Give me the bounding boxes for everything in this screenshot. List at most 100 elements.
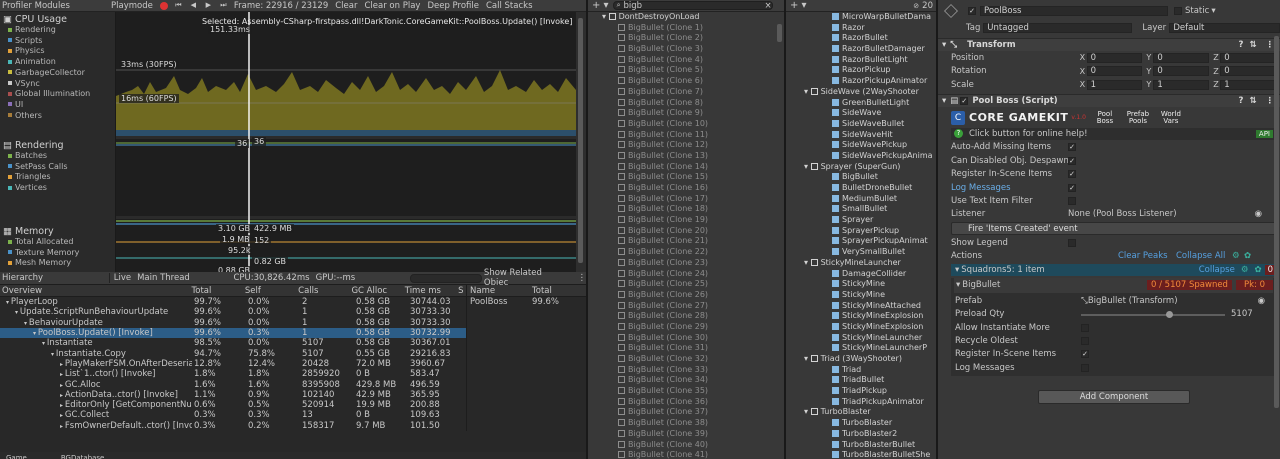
active-checkbox[interactable]: ✓ [968, 7, 976, 15]
view-mode-dropdown[interactable]: Hierarchy [0, 273, 110, 283]
table-row[interactable]: ▸ PlayMakerFSM.OnAfterDeserializ 12.8% 12.… [0, 359, 466, 369]
hierarchy-item[interactable]: BigBullet (Clone 1) [588, 23, 784, 34]
object-picker-icon[interactable]: ◉ [1255, 209, 1262, 219]
setting-checkbox[interactable]: ✓ [1068, 170, 1076, 179]
collapse-button[interactable]: Collapse [1199, 265, 1241, 275]
hierarchy-item[interactable]: BigBullet (Clone 38) [588, 418, 784, 429]
hierarchy-item[interactable]: TriadPickup [786, 386, 936, 397]
hierarchy-item[interactable]: RazorPickup [786, 65, 936, 76]
hierarchy-item[interactable]: BigBullet (Clone 31) [588, 343, 784, 354]
preset-icon[interactable]: ⇅ [1246, 40, 1259, 50]
cpu-item[interactable]: GarbageCollector [0, 68, 115, 79]
chart-scroll-thumb[interactable] [578, 18, 583, 263]
column-header[interactable]: Overview [0, 286, 190, 296]
cpu-item[interactable]: UI [0, 100, 115, 111]
scene-scrollbar[interactable] [777, 24, 782, 42]
hierarchy-item[interactable]: BigBullet (Clone 25) [588, 279, 784, 290]
hierarchy-item[interactable]: RazorBulletLight [786, 55, 936, 66]
hierarchy-item[interactable]: SprayerPickupAnimat [786, 236, 936, 247]
transform-header[interactable]: ▾ ⤡ Transform ? ⇅ ⋮ [938, 38, 1280, 51]
column-header[interactable]: GC Alloc [349, 286, 402, 296]
transform-y-field[interactable]: 0 [1153, 66, 1210, 77]
cpu-item[interactable]: Others [0, 111, 115, 122]
hierarchy-item[interactable]: SideWaveBullet [786, 119, 936, 130]
hierarchy-item[interactable]: TurboBlasterBullet [786, 440, 936, 451]
listener-field[interactable]: None (Pool Boss Listener) ◉ [1068, 209, 1262, 219]
hierarchy-item[interactable]: BigBullet (Clone 24) [588, 269, 784, 280]
hierarchy-item[interactable]: BigBullet (Clone 9) [588, 108, 784, 119]
hierarchy-item[interactable]: BigBullet (Clone 15) [588, 172, 784, 183]
transform-y-field[interactable]: 0 [1153, 52, 1210, 63]
hierarchy-item[interactable]: BigBullet (Clone 3) [588, 44, 784, 55]
fire-event-button[interactable]: Fire 'Items Created' event [951, 222, 1276, 236]
hierarchy-item[interactable]: GreenBulletLight [786, 98, 936, 109]
hierarchy-item[interactable]: BigBullet (Clone 2) [588, 33, 784, 44]
preset-icon-2[interactable]: ⇅ [1246, 96, 1259, 106]
column-header[interactable]: Calls [296, 286, 349, 296]
hierarchy-item[interactable]: BigBullet (Clone 8) [588, 98, 784, 109]
hierarchy-item[interactable]: StickyMineLauncherP [786, 343, 936, 354]
hierarchy-item[interactable]: BigBullet (Clone 17) [588, 194, 784, 205]
hierarchy-item[interactable]: Razor [786, 23, 936, 34]
deep-profile-button[interactable]: Deep Profile [427, 1, 479, 11]
playmode-dropdown[interactable]: Playmode [111, 1, 153, 11]
chart-scrollbar[interactable] [576, 12, 586, 272]
table-row[interactable]: ▸ FsmOwnerDefault..ctor() [Invoke]0.3% 0.… [0, 421, 466, 431]
hierarchy-item[interactable]: BigBullet (Clone 39) [588, 429, 784, 440]
hierarchy-item[interactable]: SmallBullet [786, 204, 936, 215]
hierarchy-item[interactable]: BigBullet (Clone 20) [588, 226, 784, 237]
live-toggle[interactable]: Live [110, 273, 135, 283]
banner-link-prefab-pools[interactable]: Prefab Pools [1123, 110, 1153, 125]
category-expand-icon[interactable]: ▾ [951, 265, 961, 275]
hierarchy-item[interactable]: TurboBlasterBulletShe [786, 450, 936, 459]
profiler-charts[interactable]: Selected: Assembly-CSharp-firstpass.dll!… [116, 12, 576, 275]
search-input[interactable] [410, 273, 482, 283]
related-col-name[interactable]: Name [470, 286, 532, 296]
item-setting-checkbox[interactable]: ✓ [1081, 350, 1089, 359]
rendering-item[interactable]: Vertices [0, 183, 116, 194]
hierarchy-item[interactable]: MediumBullet [786, 194, 936, 205]
related-row[interactable]: PoolBoss 99.6% [467, 297, 586, 307]
hierarchy-item[interactable]: BigBullet (Clone 16) [588, 183, 784, 194]
related-col-total[interactable]: Total [532, 286, 552, 296]
hierarchy-group[interactable]: ▾ Sprayer (SuperGun) [786, 162, 936, 173]
category-despawn-icon[interactable]: ✿ [1254, 265, 1264, 275]
table-row[interactable]: ▾ Update.ScriptRunBehaviourUpdate 99.6% 0.… [0, 307, 466, 317]
rendering-item[interactable]: SetPass Calls [0, 162, 116, 173]
cpu-item[interactable]: Rendering [0, 25, 115, 36]
tab-bgdatabase[interactable]: BGDatabase [33, 452, 133, 459]
hierarchy-item[interactable]: BigBullet (Clone 36) [588, 397, 784, 408]
static-checkbox[interactable] [1174, 7, 1182, 15]
inspector-scrollbar[interactable] [1274, 36, 1279, 408]
hierarchy-item[interactable]: BigBullet (Clone 13) [588, 151, 784, 162]
hierarchy-item[interactable]: StickyMine [786, 279, 936, 290]
memory-module[interactable]: ▦ Memory Total Allocated Texture Memory Me… [0, 224, 116, 269]
api-button[interactable]: API [1255, 129, 1273, 138]
help-row[interactable]: ? Click button for online help! API [951, 127, 1276, 140]
category-spawn-icon[interactable]: ⚙ [1241, 265, 1255, 275]
prev-frame-icon[interactable]: ◀ [189, 1, 198, 10]
preload-value[interactable]: 5107 [1225, 309, 1253, 319]
hierarchy-item[interactable]: TurboBlaster [786, 418, 936, 429]
layer-dropdown[interactable]: Default [1169, 23, 1280, 33]
last-frame-icon[interactable]: ⏭ [219, 1, 228, 10]
tag-dropdown[interactable]: Untagged [983, 23, 1133, 33]
hierarchy-item[interactable]: BigBullet (Clone 11) [588, 130, 784, 141]
hierarchy-item[interactable]: BigBullet (Clone 29) [588, 322, 784, 333]
table-row[interactable]: ▸ GC.Alloc 1.6% 1.6% 8395908 429.8 MB 496.59 [0, 379, 466, 390]
hierarchy-item[interactable]: StickyMineLauncher [786, 333, 936, 344]
hierarchy-item[interactable]: BigBullet (Clone 37) [588, 407, 784, 418]
scene-search-input[interactable]: ⌕ bigb × [612, 1, 773, 11]
prefab-picker-icon[interactable]: ◉ [1258, 296, 1265, 306]
banner-link-poolboss[interactable]: Pool Boss [1092, 110, 1118, 125]
hierarchy-item[interactable]: BigBullet (Clone 41) [588, 450, 784, 459]
hierarchy-item[interactable]: StickyMineAttached [786, 301, 936, 312]
hierarchy-item[interactable]: SideWavePickupAnima [786, 151, 936, 162]
hierarchy-item[interactable]: BigBullet (Clone 33) [588, 365, 784, 376]
hierarchy-item[interactable]: BigBullet (Clone 14) [588, 162, 784, 173]
add-component-button[interactable]: Add Component [1038, 390, 1190, 405]
banner-link-world-vars[interactable]: World Vars [1158, 110, 1184, 125]
hierarchy-item[interactable]: BigBullet (Clone 27) [588, 301, 784, 312]
preload-slider[interactable] [1081, 310, 1225, 319]
memory-item[interactable]: Texture Memory [0, 248, 116, 259]
